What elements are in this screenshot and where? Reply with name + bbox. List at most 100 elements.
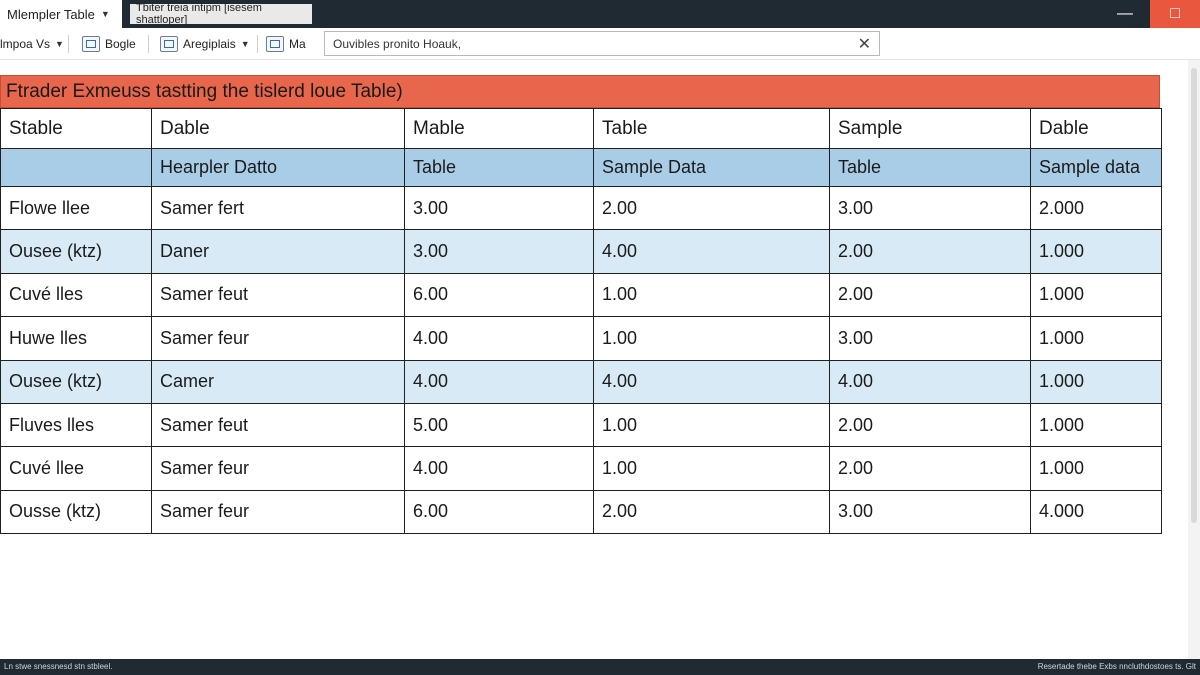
- document-icon: [82, 36, 100, 52]
- table-row[interactable]: Ousee (ktz) Camer 4.00 4.00 4.00 1.000: [0, 359, 1162, 404]
- table-cell[interactable]: Sample: [829, 108, 1031, 149]
- grid-icon: [160, 36, 178, 52]
- table-cell[interactable]: Dable: [151, 108, 405, 149]
- table-row[interactable]: Huwe lles Samer feur 4.00 1.00 3.00 1.000: [0, 316, 1162, 361]
- minimize-button[interactable]: —: [1100, 0, 1150, 28]
- document-label[interactable]: Tbiter treia intipm [isesem shattloper]: [130, 2, 312, 26]
- table-cell[interactable]: Ousse (ktz): [0, 489, 152, 535]
- table-cell[interactable]: 5.00: [404, 402, 594, 448]
- table-cell[interactable]: Samer feur: [151, 316, 405, 361]
- search-value: Ouvibles pronito Hoauk,: [333, 36, 462, 51]
- table-cell[interactable]: 2.00: [829, 446, 1031, 491]
- table-cell[interactable]: 4.000: [1030, 489, 1162, 535]
- table-cell[interactable]: Mable: [404, 108, 594, 149]
- table-cell[interactable]: 2.000: [1030, 185, 1162, 231]
- table-cell[interactable]: 1.00: [593, 316, 830, 361]
- table-cell[interactable]: Ousee (ktz): [0, 359, 152, 404]
- close-button[interactable]: □: [1150, 0, 1200, 28]
- toolbar-divider: [148, 35, 149, 53]
- table-cell[interactable]: 1.00: [593, 446, 830, 491]
- table-row[interactable]: Ousse (ktz) Samer feur 6.00 2.00 3.00 4.000: [0, 489, 1162, 535]
- table-cell[interactable]: Hearpler Datto: [151, 148, 405, 187]
- table-cell[interactable]: 3.00: [829, 316, 1031, 361]
- table-row[interactable]: Fluves lles Samer feut 5.00 1.00 2.00 1.000: [0, 402, 1162, 448]
- table-cell[interactable]: 3.00: [404, 185, 594, 231]
- table-cell[interactable]: 4.00: [829, 359, 1031, 404]
- table-cell[interactable]: Table: [593, 108, 830, 149]
- table-cell[interactable]: 1.000: [1030, 359, 1162, 404]
- bogle-button[interactable]: Bogle: [82, 28, 136, 60]
- table-cell[interactable]: Samer feut: [151, 402, 405, 448]
- table-cell[interactable]: Samer feur: [151, 489, 405, 535]
- table-cell[interactable]: Ousee (ktz): [0, 229, 152, 274]
- table-cell[interactable]: 6.00: [404, 272, 594, 318]
- table-cell[interactable]: 3.00: [404, 229, 594, 274]
- table-cell[interactable]: Daner: [151, 229, 405, 274]
- table-cell[interactable]: 2.00: [593, 489, 830, 535]
- bogle-label: Bogle: [105, 37, 136, 51]
- table-cell[interactable]: 1.00: [593, 402, 830, 448]
- status-left: Ln stwe snessnesd stn stbleel.: [4, 662, 113, 671]
- toolbar: lmpoa Vs ▼ Bogle Aregiplais ▼ Mа Ouvible…: [0, 28, 1200, 60]
- table-row[interactable]: Ousee (ktz) Daner 3.00 4.00 2.00 1.000: [0, 229, 1162, 274]
- table-cell[interactable]: 3.00: [829, 489, 1031, 535]
- vertical-scrollbar[interactable]: [1188, 60, 1200, 660]
- table-cell[interactable]: 4.00: [404, 359, 594, 404]
- table-cell[interactable]: 4.00: [593, 359, 830, 404]
- table-cell[interactable]: 1.00: [593, 272, 830, 318]
- table-row[interactable]: Cuvé lles Samer feut 6.00 1.00 2.00 1.000: [0, 272, 1162, 318]
- toolbar-divider: [257, 35, 258, 53]
- table-row[interactable]: Flowe llee Samer fert 3.00 2.00 3.00 2.000: [0, 185, 1162, 231]
- window-button[interactable]: Mа: [266, 28, 306, 60]
- table-cell[interactable]: Sample Data: [593, 148, 830, 187]
- table-cell[interactable]: 2.00: [829, 272, 1031, 318]
- table-cell[interactable]: 2.00: [829, 402, 1031, 448]
- table-cell[interactable]: 1.000: [1030, 446, 1162, 491]
- view-dropdown[interactable]: lmpoa Vs ▼: [0, 28, 64, 60]
- view-dropdown-label: lmpoa Vs: [0, 37, 51, 51]
- table-cell[interactable]: Table: [404, 148, 594, 187]
- table-cell[interactable]: 2.00: [593, 185, 830, 231]
- table-subheader-row[interactable]: Hearpler Datto Table Sample Data Table Sampl…: [0, 148, 1162, 187]
- table-cell[interactable]: Samer feur: [151, 446, 405, 491]
- table-cell[interactable]: Fluves lles: [0, 402, 152, 448]
- table-cell[interactable]: 6.00: [404, 489, 594, 535]
- table-cell[interactable]: 3.00: [829, 185, 1031, 231]
- table-cell[interactable]: Cuvé llee: [0, 446, 152, 491]
- table-cell[interactable]: 4.00: [404, 316, 594, 361]
- table-cell[interactable]: 1.000: [1030, 229, 1162, 274]
- status-right: Resertade thebe Exbs nncluthdostoes ts. …: [1037, 662, 1196, 671]
- table-cell[interactable]: Samer feut: [151, 272, 405, 318]
- table-cell[interactable]: 2.00: [829, 229, 1031, 274]
- table-cell[interactable]: [0, 148, 152, 187]
- table-cell[interactable]: Samer fert: [151, 185, 405, 231]
- close-icon[interactable]: ✕: [858, 34, 871, 54]
- table-cell[interactable]: Table: [829, 148, 1031, 187]
- table-cell[interactable]: Dable: [1030, 108, 1162, 149]
- table-cell[interactable]: Huwe lles: [0, 316, 152, 361]
- table-cell[interactable]: Flowe llee: [0, 185, 152, 231]
- table-cell[interactable]: Stable: [0, 108, 152, 149]
- scrollbar-thumb[interactable]: [1191, 68, 1197, 523]
- table-row[interactable]: Cuvé llee Samer feur 4.00 1.00 2.00 1.000: [0, 446, 1162, 491]
- table-cell[interactable]: 4.00: [404, 446, 594, 491]
- table-cell[interactable]: Cuvé lles: [0, 272, 152, 318]
- window-label: Mа: [289, 37, 306, 51]
- table-cell[interactable]: 1.000: [1030, 272, 1162, 318]
- table-cell[interactable]: 1.000: [1030, 402, 1162, 448]
- table-cell[interactable]: Camer: [151, 359, 405, 404]
- table-cell[interactable]: 4.00: [593, 229, 830, 274]
- table-cell[interactable]: Sample data: [1030, 148, 1162, 187]
- toolbar-divider: [68, 35, 69, 53]
- chevron-down-icon[interactable]: ▼: [101, 9, 110, 19]
- app-tab[interactable]: Mlempler Table ▼: [0, 0, 122, 28]
- search-input[interactable]: Ouvibles pronito Hoauk, ✕: [324, 31, 880, 56]
- arrange-dropdown[interactable]: Aregiplais ▼: [160, 28, 250, 60]
- title-bar-dark: Tbiter treia intipm [isesem shattloper] …: [122, 0, 1200, 28]
- table-title-banner: Ftrader Exmeuss tastting the tislerd lou…: [0, 75, 1160, 108]
- data-table: Stable Dable Mable Table Sample Dable Hearpler…: [0, 108, 1162, 535]
- arrange-label: Aregiplais: [183, 37, 236, 51]
- table-header-row[interactable]: Stable Dable Mable Table Sample Dable: [0, 108, 1162, 149]
- table-cell[interactable]: 1.000: [1030, 316, 1162, 361]
- title-bar: Mlempler Table ▼ Tbiter treia intipm [is…: [0, 0, 1200, 28]
